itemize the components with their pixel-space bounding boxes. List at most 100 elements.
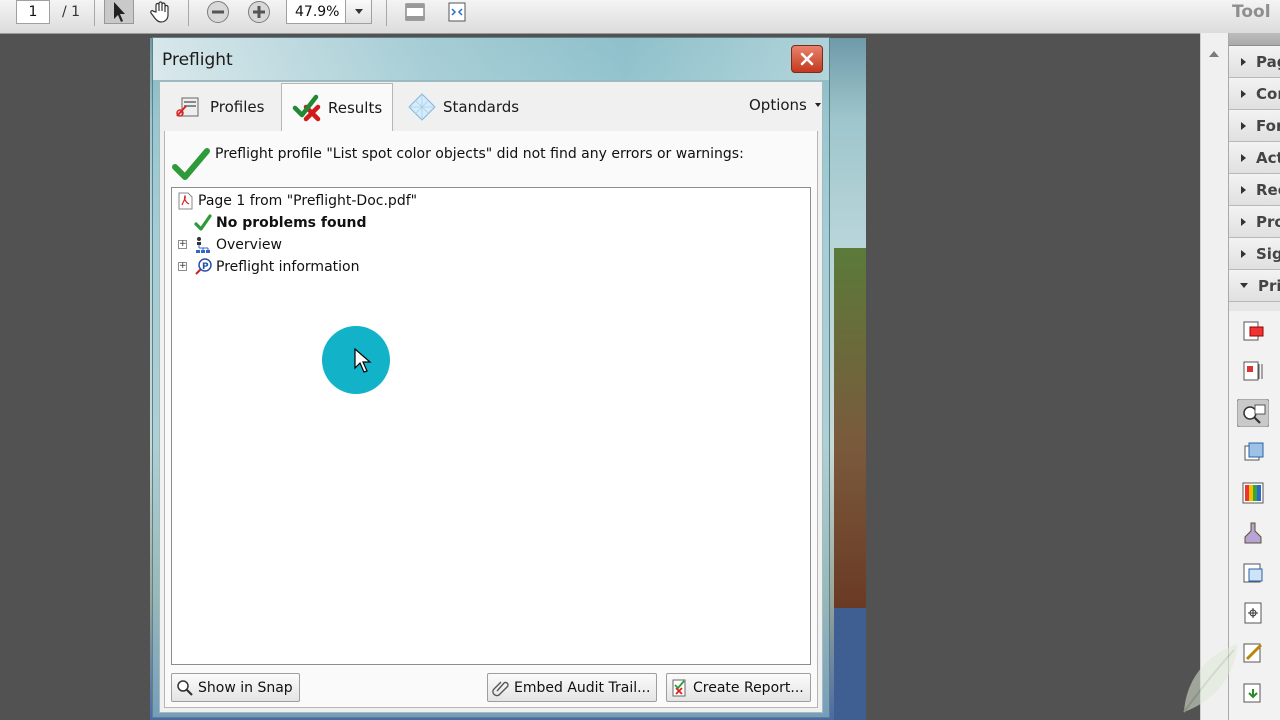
tab-standards[interactable]: Standards	[407, 84, 519, 130]
tools-pane-label[interactable]: Tool	[1232, 0, 1280, 24]
pdf-file-icon	[178, 192, 193, 210]
collapse-arrow-icon	[1240, 283, 1248, 288]
hand-tool-button[interactable]	[146, 0, 176, 24]
close-icon	[800, 52, 814, 66]
tree-node-page[interactable]: Page 1 from "Preflight-Doc.pdf"	[176, 192, 417, 210]
vertical-scrollbar[interactable]	[1200, 33, 1228, 720]
zoom-out-button[interactable]	[205, 0, 231, 24]
tools-panel-pages[interactable]: Pag	[1229, 46, 1280, 78]
tree-node-page-label: Page 1 from "Preflight-Doc.pdf"	[198, 193, 418, 209]
leaf-watermark-icon	[1183, 644, 1238, 713]
tree-node-preflight-info-label: Preflight information	[216, 259, 360, 275]
trap-presets-icon[interactable]	[1241, 319, 1265, 343]
results-tree[interactable]: Page 1 from "Preflight-Doc.pdf" No probl…	[171, 187, 811, 665]
expand-arrow-icon	[1241, 121, 1246, 130]
dialog-title-bar[interactable]: Preflight	[153, 38, 829, 80]
tree-expander-overview[interactable]: +	[178, 240, 187, 249]
tools-panel-print-production[interactable]: Pri	[1229, 270, 1280, 302]
tree-node-preflight-info[interactable]: P Preflight information	[194, 258, 359, 276]
chevron-down-icon	[814, 103, 821, 107]
profiles-icon	[176, 97, 199, 117]
report-icon	[672, 679, 686, 696]
tree-node-overview[interactable]: Overview	[194, 236, 282, 254]
zoom-level-input[interactable]: 47.9%	[286, 0, 346, 24]
tools-pane: Pag Cor For Act Rec Pro Sig Pri	[1228, 33, 1280, 720]
expand-arrow-icon	[1241, 249, 1246, 258]
convert-colors-icon[interactable]	[1241, 441, 1265, 465]
fit-page-button[interactable]	[400, 0, 430, 24]
zoom-in-icon	[248, 1, 270, 23]
hand-icon	[150, 1, 169, 23]
toolbar-divider	[188, 0, 189, 26]
document-photo-trees	[834, 248, 866, 608]
results-panel: Preflight profile "List spot color objec…	[164, 131, 818, 708]
edit-page-boxes-icon[interactable]	[1241, 561, 1265, 585]
embed-audit-trail-button[interactable]: Embed Audit Trail...	[487, 673, 658, 702]
acrobat-distiller-icon[interactable]	[1241, 681, 1265, 705]
show-in-snap-button[interactable]: Show in Snap	[171, 673, 300, 702]
flattener-preview-icon[interactable]	[1241, 521, 1265, 545]
create-report-button[interactable]: Create Report...	[666, 673, 811, 702]
expand-arrow-icon	[1241, 57, 1246, 66]
check-icon	[194, 214, 212, 231]
ink-manager-icon[interactable]	[1241, 481, 1265, 505]
tab-standards-label: Standards	[443, 98, 520, 116]
expand-arrow-icon	[1241, 89, 1246, 98]
fix-hairlines-icon[interactable]	[1241, 641, 1265, 665]
expand-arrow-icon	[1241, 185, 1246, 194]
fit-page-icon	[405, 3, 425, 21]
svg-text:P: P	[202, 262, 209, 272]
options-label: Options	[749, 96, 807, 114]
tab-profiles[interactable]: Profiles	[174, 84, 264, 130]
tools-pane-header	[1229, 33, 1280, 46]
tab-profiles-label: Profiles	[210, 98, 265, 116]
tools-panel-protection[interactable]: Pro	[1229, 206, 1280, 238]
embed-audit-trail-label: Embed Audit Trail...	[514, 679, 651, 696]
tools-panel-recognize[interactable]: Rec	[1229, 174, 1280, 206]
expand-arrow-icon	[1241, 153, 1246, 162]
zoom-dropdown-button[interactable]	[346, 0, 372, 24]
fit-width-button[interactable]	[442, 0, 472, 24]
zoom-in-button[interactable]	[246, 0, 272, 24]
zoom-out-icon	[207, 1, 229, 23]
page-total-label: / 1	[61, 4, 81, 20]
expand-arrow-icon	[1241, 217, 1246, 226]
preflight-info-icon: P	[195, 258, 212, 275]
paperclip-icon	[492, 681, 509, 696]
preflight-summary-text: Preflight profile "List spot color objec…	[215, 146, 744, 162]
document-photo-sky	[834, 608, 866, 720]
preflight-dialog: Preflight Profiles Results Standards Opt…	[152, 37, 830, 718]
output-preview-icon[interactable]	[1241, 359, 1265, 383]
overview-hierarchy-icon	[196, 237, 210, 253]
success-check-icon	[172, 148, 210, 180]
add-printer-marks-icon[interactable]	[1241, 601, 1265, 625]
tools-panel-forms[interactable]: For	[1229, 110, 1280, 142]
options-menu[interactable]: Options	[749, 96, 821, 114]
tab-results-label: Results	[328, 99, 383, 117]
standards-icon	[408, 93, 436, 121]
toolbar-divider	[386, 0, 387, 26]
dialog-title: Preflight	[162, 50, 233, 70]
tools-panel-action[interactable]: Act	[1229, 142, 1280, 174]
snap-magnifier-icon	[177, 679, 193, 696]
chevron-down-icon	[354, 8, 363, 14]
select-tool-button[interactable]	[104, 0, 134, 24]
preflight-tool-icon[interactable]	[1237, 399, 1269, 427]
page-number-input[interactable]: 1	[16, 0, 50, 24]
select-arrow-icon	[114, 1, 125, 22]
close-button[interactable]	[791, 45, 823, 73]
scroll-up-icon[interactable]	[1209, 51, 1219, 57]
toolbar-divider	[94, 0, 95, 26]
fit-width-icon	[448, 2, 466, 22]
dialog-body: Profiles Results Standards Options Prefl…	[159, 81, 823, 713]
tree-expander-preflight-info[interactable]: +	[178, 262, 187, 271]
tree-node-no-problems[interactable]: No problems found	[194, 214, 367, 232]
show-in-snap-label: Show in Snap	[198, 679, 293, 696]
mouse-cursor-icon	[354, 348, 372, 373]
tree-node-no-problems-label: No problems found	[216, 215, 367, 231]
main-toolbar: 1 / 1 47.9% Tool	[0, 0, 1280, 34]
tab-results[interactable]: Results	[281, 83, 393, 132]
results-icon	[292, 94, 321, 122]
tools-panel-content[interactable]: Cor	[1229, 78, 1280, 110]
tools-panel-sign[interactable]: Sig	[1229, 238, 1280, 270]
